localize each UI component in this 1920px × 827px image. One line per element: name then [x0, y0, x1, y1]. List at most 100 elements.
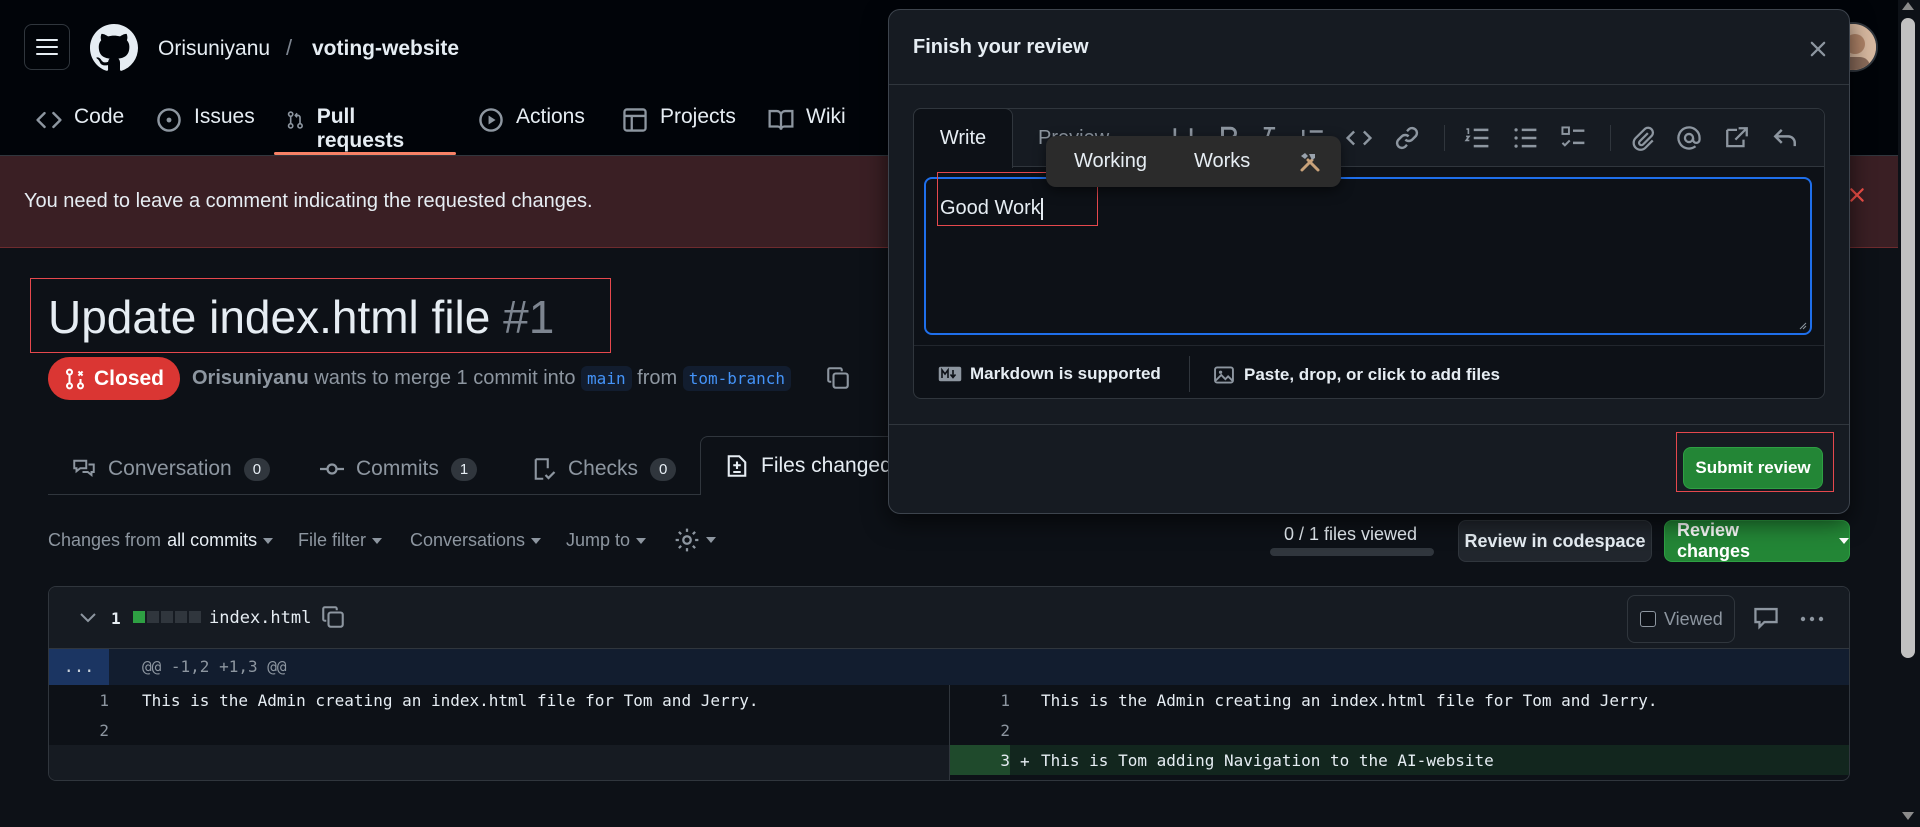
nav-pull-requests[interactable]: Pull requests	[286, 105, 412, 155]
file-diff-icon	[727, 455, 747, 477]
nav-code-label: Code	[74, 105, 125, 128]
code-icon[interactable]	[1346, 125, 1372, 151]
nav-projects[interactable]: Projects	[622, 105, 736, 155]
conversations-label: Conversations	[410, 530, 526, 550]
nav-code[interactable]: Code	[36, 105, 124, 155]
expand-hunk-button[interactable]: ...	[49, 649, 109, 685]
suggestion-item[interactable]: Working	[1074, 150, 1147, 173]
active-tab-underline	[274, 152, 456, 155]
tab-conversation[interactable]: Conversation 0	[72, 454, 271, 484]
line-number[interactable]: 2	[950, 721, 1010, 740]
diff-left-row-2: 2	[49, 715, 949, 745]
diff-left-row-1: 1 This is the Admin creating an index.ht…	[49, 685, 949, 715]
diff-settings-dropdown[interactable]	[674, 527, 716, 553]
tools-icon[interactable]	[1298, 150, 1322, 174]
toolbar-divider	[1444, 125, 1445, 151]
suggestion-item[interactable]: Works	[1194, 150, 1250, 173]
reply-icon[interactable]	[1772, 125, 1798, 151]
scrollbar-thumb[interactable]	[1901, 18, 1915, 658]
nav-actions-label: Actions	[516, 105, 585, 128]
diffstat-bar	[133, 611, 201, 623]
changes-from-dropdown[interactable]: Changes from all commits	[48, 530, 274, 551]
pr-meta-text: wants to merge 1 commit into	[314, 367, 576, 389]
file-header: 1 index.html Viewed	[49, 587, 1849, 649]
tasklist-icon[interactable]	[1560, 125, 1586, 151]
review-changes-button[interactable]: Review changes	[1664, 520, 1850, 562]
chevron-down-icon[interactable]	[79, 611, 97, 625]
diff-left-empty	[49, 745, 949, 780]
link-icon[interactable]	[1394, 125, 1420, 151]
comment-icon[interactable]	[1753, 605, 1779, 631]
gear-icon	[675, 528, 699, 552]
nav-projects-label: Projects	[660, 105, 736, 128]
tab-commits-count: 1	[450, 457, 478, 481]
conversations-dropdown[interactable]: Conversations	[410, 530, 542, 551]
pr-author-link[interactable]: Orisuniyanu	[192, 367, 309, 389]
markdown-supported-link[interactable]: Markdown is supported	[938, 364, 1161, 384]
line-number[interactable]: 2	[49, 721, 109, 740]
footer-divider	[1189, 356, 1190, 392]
pr-title: Update index.html file #1	[48, 290, 554, 344]
resize-handle-icon[interactable]	[1797, 320, 1807, 330]
viewed-label: Viewed	[1664, 608, 1723, 629]
line-content: This is Tom adding Navigation to the AI-…	[1041, 751, 1494, 770]
table-icon	[623, 108, 647, 132]
git-pull-request-closed-icon	[65, 368, 85, 389]
jump-to-label: Jump to	[566, 530, 631, 550]
review-in-codespace-button[interactable]: Review in codespace	[1458, 520, 1652, 562]
file-filter-dropdown[interactable]: File filter	[298, 530, 383, 551]
files-viewed-text: 0 / 1 files viewed	[1284, 524, 1418, 544]
line-number[interactable]: 3	[950, 751, 1010, 770]
tab-write[interactable]: Write	[913, 108, 1013, 168]
repo-name-link[interactable]: voting-website	[312, 37, 459, 61]
copy-icon[interactable]	[826, 366, 850, 390]
line-number[interactable]: 1	[950, 691, 1010, 710]
scroll-down-arrow-icon[interactable]	[1902, 812, 1914, 820]
pr-number: #1	[503, 291, 555, 343]
tab-checks[interactable]: Checks 0	[532, 454, 677, 484]
jump-to-dropdown[interactable]: Jump to	[566, 530, 647, 551]
caret-down-icon	[263, 537, 274, 544]
pr-meta: Orisuniyanu wants to merge 1 commit into…	[192, 366, 792, 391]
diff-filename[interactable]: index.html	[209, 608, 311, 628]
tab-files-changed-label: Files changed	[761, 454, 892, 477]
mention-icon[interactable]	[1676, 125, 1702, 151]
repo-owner-link[interactable]: Orisuniyanu	[158, 37, 270, 61]
list-unordered-icon[interactable]	[1512, 125, 1538, 151]
nav-issues[interactable]: Issues	[156, 105, 255, 155]
head-branch[interactable]: tom-branch	[682, 366, 792, 391]
hunk-header-text: @@ -1,2 +1,3 @@	[142, 657, 287, 676]
viewed-checkbox[interactable]: Viewed	[1627, 595, 1735, 643]
flash-message: You need to leave a comment indicating t…	[24, 190, 593, 212]
added-marker: +	[1020, 752, 1030, 771]
list-ordered-icon[interactable]	[1464, 125, 1490, 151]
nav-wiki[interactable]: Wiki	[768, 105, 846, 155]
text-suggestions-popup: Working Works	[1046, 136, 1341, 187]
kebab-horizontal-icon[interactable]	[1799, 609, 1825, 629]
hamburger-menu-button[interactable]	[24, 24, 70, 70]
base-branch[interactable]: main	[581, 366, 632, 391]
checkbox-box	[1640, 611, 1656, 627]
cross-reference-icon[interactable]	[1724, 125, 1750, 151]
attach-files-button[interactable]: Paste, drop, or click to add files	[1212, 364, 1500, 386]
tab-commits[interactable]: Commits 1	[320, 454, 478, 484]
play-icon	[479, 108, 503, 132]
tab-files-changed[interactable]: Files changed	[700, 436, 900, 495]
diff-right-row-1: 1 This is the Admin creating an index.ht…	[950, 685, 1849, 715]
diff-right-row-2: 2	[950, 715, 1849, 745]
nav-pull-requests-label: Pull requests	[316, 105, 405, 152]
close-flash-icon[interactable]	[1848, 186, 1866, 204]
nav-actions[interactable]: Actions	[478, 105, 585, 155]
nav-issues-label: Issues	[194, 105, 255, 128]
line-content: This is the Admin creating an index.html…	[1041, 691, 1658, 710]
pr-title-text: Update index.html file	[48, 291, 491, 343]
checklist-icon	[534, 458, 556, 480]
scroll-up-arrow-icon[interactable]	[1902, 2, 1914, 10]
markdown-note: Markdown is supported	[970, 364, 1161, 383]
close-icon[interactable]	[1807, 38, 1829, 60]
github-logo-icon[interactable]	[90, 24, 138, 72]
paperclip-icon[interactable]	[1630, 125, 1656, 151]
line-number[interactable]: 1	[49, 691, 109, 710]
copy-path-icon[interactable]	[321, 605, 345, 629]
caret-down-icon	[531, 537, 542, 544]
